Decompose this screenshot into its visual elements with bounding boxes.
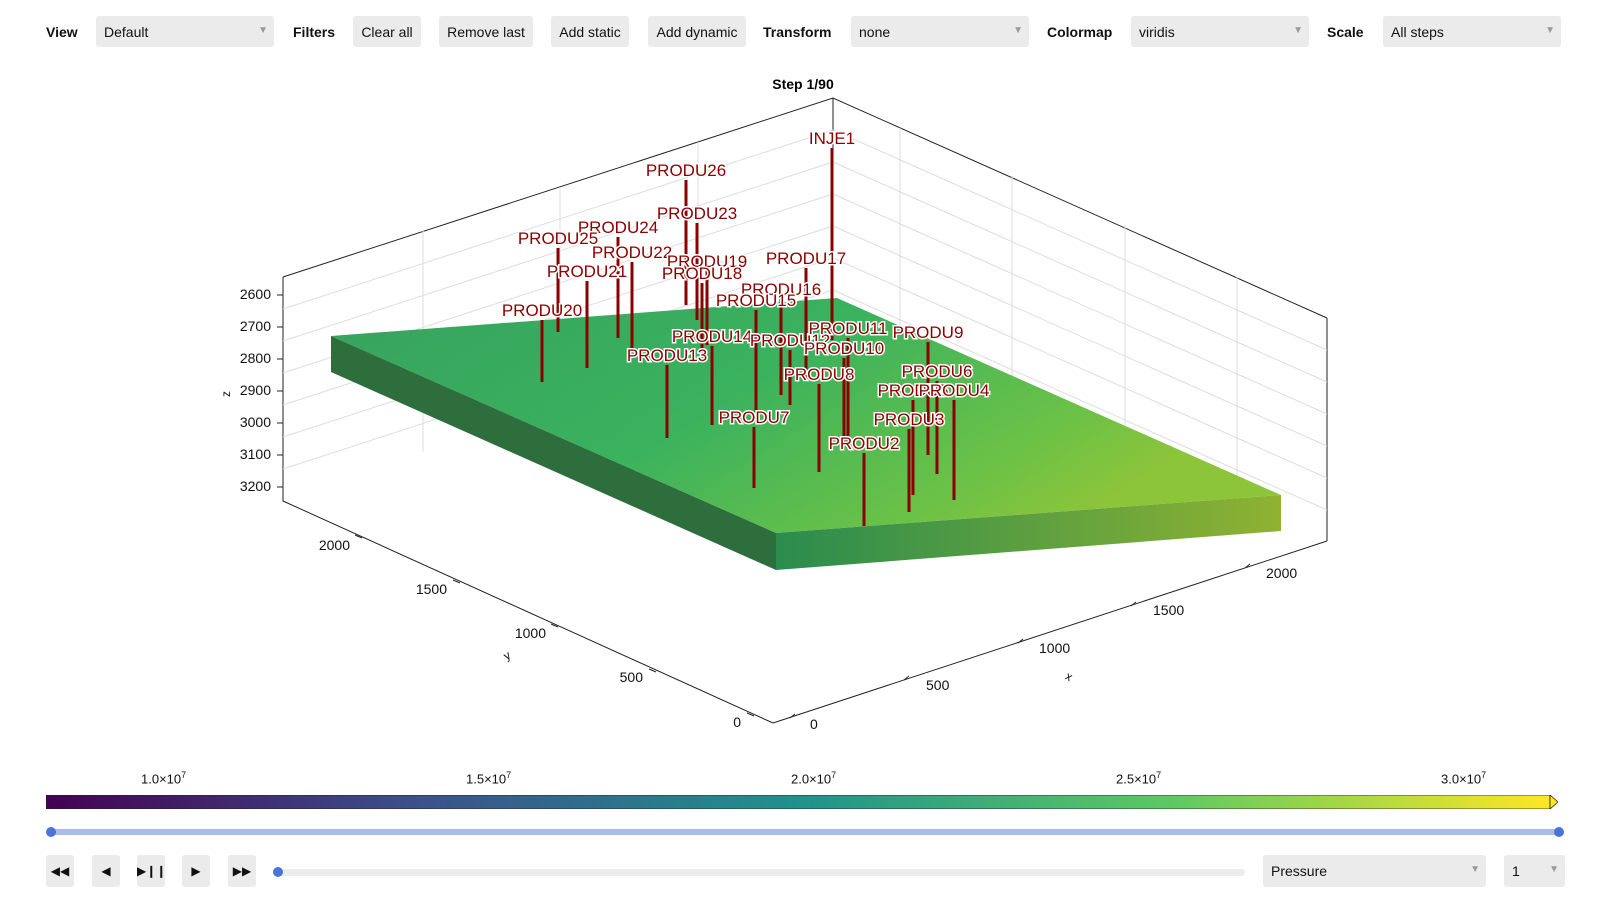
chevron-down-icon: ▼ <box>1470 864 1480 875</box>
well-label: PRODU18 <box>662 264 742 283</box>
well-label: PRODU9 <box>893 323 964 342</box>
y-tick: 500 <box>620 669 644 685</box>
well-label: PRODU17 <box>766 249 846 268</box>
well-label: PRODU13 <box>627 346 707 365</box>
colorbar-tick: 2.5×107 <box>1116 770 1162 787</box>
z-tick: 2600 <box>240 286 271 302</box>
transform-label: Transform <box>763 24 832 40</box>
z-tick: 2900 <box>240 382 271 398</box>
x-tick: 500 <box>926 677 950 693</box>
chevron-down-icon: ▼ <box>1549 864 1559 875</box>
rewind-button[interactable]: ◀◀ <box>46 855 74 887</box>
z-tick: 3000 <box>240 414 271 430</box>
well-label: PRODU4 <box>919 381 990 400</box>
fast-forward-button[interactable]: ▶▶ <box>228 855 256 887</box>
y-axis-label: y <box>501 648 513 663</box>
well-label: PRODU14 <box>672 327 752 346</box>
chevron-down-icon: ▼ <box>1545 25 1555 36</box>
filters-label: Filters <box>293 24 336 40</box>
scale-dropdown[interactable]: All steps ▼ <box>1383 16 1561 47</box>
transform-dropdown-value: none <box>859 24 891 40</box>
x-tick: 2000 <box>1266 565 1297 581</box>
z-tick: 3100 <box>240 446 271 462</box>
well-label: PRODU2 <box>829 434 900 453</box>
well-label: PRODU25 <box>518 229 598 248</box>
toolbar: View Default ▼ Filters Clear all Remove … <box>0 16 1600 48</box>
scale-dropdown-value: All steps <box>1391 24 1444 40</box>
step-slider-track <box>273 869 1245 876</box>
colormap-dropdown-value: viridis <box>1139 24 1175 40</box>
view-label: View <box>46 24 78 40</box>
step-back-button[interactable]: ◀ <box>92 855 120 887</box>
plot-title: Step 1/90 <box>772 76 834 92</box>
well-label: PRODU15 <box>716 291 796 310</box>
rewind-icon: ◀◀ <box>50 864 70 878</box>
well-label: PRODU3 <box>874 410 945 429</box>
y-tick: 1500 <box>416 581 447 597</box>
well-label: PRODU8 <box>784 365 855 384</box>
remove-last-button[interactable]: Remove last <box>439 16 533 47</box>
colormap-dropdown[interactable]: viridis ▼ <box>1131 16 1309 47</box>
play-pause-button[interactable]: ▶❙❙ <box>137 855 167 887</box>
well-label: PRODU21 <box>547 262 627 281</box>
colorbar-extend-arrow <box>1549 794 1559 810</box>
colorbar-gradient <box>45 794 1559 810</box>
color-range-slider[interactable] <box>46 826 1564 838</box>
play-pause-icon: ▶❙❙ <box>137 864 167 878</box>
range-slider-min-handle[interactable] <box>46 827 56 837</box>
well-label: PRODU7 <box>719 408 790 427</box>
well-label: INJE1 <box>809 129 855 148</box>
y-axis: 2000 1500 1000 500 0 y <box>319 537 741 730</box>
variable-dropdown[interactable]: Pressure ▼ <box>1263 855 1486 887</box>
step-slider[interactable] <box>273 866 1245 878</box>
y-tick: 0 <box>733 714 741 730</box>
colorbar-tick: 1.0×107 <box>141 770 187 787</box>
clear-all-button[interactable]: Clear all <box>353 16 421 47</box>
z-tick: 3200 <box>240 478 271 494</box>
scale-label: Scale <box>1327 24 1364 40</box>
well-label: PRODU11 <box>808 319 887 338</box>
chevron-down-icon: ▼ <box>258 25 268 36</box>
x-axis-label: x <box>1063 669 1075 684</box>
reservoir-3d-view[interactable]: Step 1/90 INJE1PRODU26PRODU23PRODU24PROD… <box>0 60 1600 750</box>
fast-forward-icon: ▶▶ <box>232 864 252 878</box>
colorbar-tick: 3.0×107 <box>1441 770 1487 787</box>
range-slider-track <box>50 829 1560 835</box>
step-forward-icon: ▶ <box>191 864 201 878</box>
transform-dropdown[interactable]: none ▼ <box>851 16 1029 47</box>
x-tick: 1500 <box>1153 602 1184 618</box>
chevron-down-icon: ▼ <box>1013 25 1023 36</box>
well-label: PRODU26 <box>646 161 726 180</box>
chevron-down-icon: ▼ <box>1293 25 1303 36</box>
step-slider-handle[interactable] <box>273 867 283 877</box>
z-tick: 2800 <box>240 350 271 366</box>
z-axis: 2600 2700 2800 2900 3000 3100 3200 z <box>219 286 271 494</box>
variable-dropdown-value: Pressure <box>1271 863 1328 879</box>
y-tick: 2000 <box>319 537 350 553</box>
well-label: PRODU10 <box>804 339 884 358</box>
colormap-label: Colormap <box>1047 24 1113 40</box>
z-axis-label: z <box>219 391 233 397</box>
step-forward-button[interactable]: ▶ <box>182 855 210 887</box>
well-label: PRODU22 <box>592 243 672 262</box>
y-tick: 1000 <box>515 625 546 641</box>
colorbar-tick: 2.0×107 <box>791 770 837 787</box>
x-tick: 1000 <box>1039 640 1070 656</box>
well-label: PRODU20 <box>502 301 582 320</box>
colorbar-tick: 1.5×107 <box>466 770 512 787</box>
range-slider-max-handle[interactable] <box>1554 827 1564 837</box>
colorbar <box>45 794 1559 810</box>
well-label: PRODU23 <box>657 204 737 223</box>
step-back-icon: ◀ <box>101 864 111 878</box>
z-tick: 2700 <box>240 318 271 334</box>
add-static-button[interactable]: Add static <box>551 16 629 47</box>
view-dropdown[interactable]: Default ▼ <box>96 16 274 47</box>
step-dropdown-value: 1 <box>1512 863 1520 879</box>
step-dropdown[interactable]: 1 ▼ <box>1504 855 1565 887</box>
x-axis: 0 500 1000 1500 2000 x <box>810 565 1297 732</box>
view-dropdown-value: Default <box>104 24 149 40</box>
x-tick: 0 <box>810 716 818 732</box>
well-label: PRODU6 <box>902 362 973 381</box>
add-dynamic-button[interactable]: Add dynamic <box>648 16 746 47</box>
